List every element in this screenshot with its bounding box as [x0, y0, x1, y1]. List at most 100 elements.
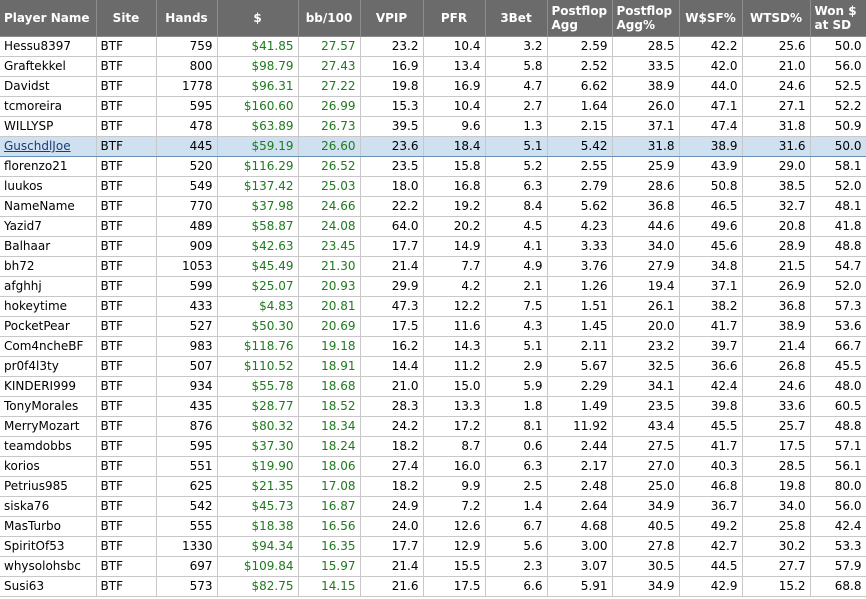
table-row[interactable]: bh72 BTF 1053 $45.49 21.30 21.4 7.7 4.9 3.76 27.9…	[0, 256, 866, 277]
cell-3bet: 4.3	[485, 316, 548, 337]
cell-pfr: 16.0	[423, 456, 486, 477]
table-row[interactable]: SpiritOf53 BTF 1330 $94.34 16.35 17.7 12.9 5.6 3…	[0, 536, 866, 557]
cell-site: BTF	[96, 236, 157, 257]
cell-postflop-agg: 3.07	[547, 556, 613, 577]
player-name-text: luukos	[4, 179, 43, 193]
cell-postflop-agg: 2.17	[547, 456, 613, 477]
table-row[interactable]: MerryMozart BTF 876 $80.32 18.34 24.2 17.2 8.1 1…	[0, 416, 866, 437]
table-row[interactable]: teamdobbs BTF 595 $37.30 18.24 18.2 8.7 0.6 2.44…	[0, 436, 866, 457]
cell-winnings: $118.76	[217, 336, 299, 357]
cell-postflop-agg-pct: 26.1	[612, 296, 680, 317]
column-header-vpip[interactable]: VPIP	[360, 0, 424, 37]
cell-won-at-sd: 52.2	[810, 96, 866, 117]
cell-site: BTF	[96, 56, 157, 77]
player-name-text: WILLYSP	[4, 119, 54, 133]
cell-postflop-agg: 2.29	[547, 376, 613, 397]
table-row[interactable]: Balhaar BTF 909 $42.63 23.45 17.7 14.9 4.1 3.33 3…	[0, 236, 866, 257]
table-row[interactable]: hokeytime BTF 433 $4.83 20.81 47.3 12.2 7.5 1.51…	[0, 296, 866, 317]
table-row[interactable]: luukos BTF 549 $137.42 25.03 18.0 16.8 6.3 2.79 2…	[0, 176, 866, 197]
column-header-hands[interactable]: Hands	[156, 0, 218, 37]
cell-vpip: 24.9	[360, 496, 424, 517]
cell-pfr: 12.2	[423, 296, 486, 317]
cell-wtsd-pct: 20.8	[742, 216, 811, 237]
column-header-wtsd-pct[interactable]: WTSD%	[742, 0, 811, 37]
cell-wtsd-pct: 32.7	[742, 196, 811, 217]
cell-pfr: 11.2	[423, 356, 486, 377]
column-header-bb-per-100[interactable]: bb/100	[298, 0, 361, 37]
cell-bb-per-100: 26.73	[298, 116, 361, 137]
cell-player-name: KINDERI999	[0, 376, 97, 397]
column-header-postflop-agg-pct[interactable]: Postflop Agg%	[612, 0, 680, 37]
cell-postflop-agg-pct: 43.4	[612, 416, 680, 437]
cell-wsf-pct: 47.1	[679, 96, 743, 117]
cell-3bet: 6.3	[485, 456, 548, 477]
table-row[interactable]: Yazid7 BTF 489 $58.87 24.08 64.0 20.2 4.5 4.23 44…	[0, 216, 866, 237]
cell-player-name: Yazid7	[0, 216, 97, 237]
player-name-text: SpiritOf53	[4, 539, 65, 553]
column-header-wsf-pct[interactable]: W$SF%	[679, 0, 743, 37]
cell-3bet: 2.3	[485, 556, 548, 577]
cell-wtsd-pct: 21.4	[742, 336, 811, 357]
cell-postflop-agg: 2.52	[547, 56, 613, 77]
cell-player-name: afghhj	[0, 276, 97, 297]
cell-vpip: 16.9	[360, 56, 424, 77]
cell-postflop-agg: 5.67	[547, 356, 613, 377]
cell-won-at-sd: 53.6	[810, 316, 866, 337]
cell-bb-per-100: 20.93	[298, 276, 361, 297]
cell-wtsd-pct: 31.6	[742, 136, 811, 157]
table-row[interactable]: Davidst BTF 1778 $96.31 27.22 19.8 16.9 4.7 6.62…	[0, 76, 866, 97]
column-header-site[interactable]: Site	[96, 0, 157, 37]
cell-postflop-agg-pct: 34.1	[612, 376, 680, 397]
cell-winnings: $160.60	[217, 96, 299, 117]
column-header-won-at-sd[interactable]: Won $ at SD	[810, 0, 866, 37]
cell-winnings: $42.63	[217, 236, 299, 257]
table-row[interactable]: Com4ncheBF BTF 983 $118.76 19.18 16.2 14.3 5.1 2…	[0, 336, 866, 357]
table-row[interactable]: KINDERI999 BTF 934 $55.78 18.68 21.0 15.0 5.9 2.…	[0, 376, 866, 397]
table-row[interactable]: tcmoreira BTF 595 $160.60 26.99 15.3 10.4 2.7 1.…	[0, 96, 866, 117]
cell-vpip: 29.9	[360, 276, 424, 297]
cell-bb-per-100: 17.08	[298, 476, 361, 497]
table-row[interactable]: Petrius985 BTF 625 $21.35 17.08 18.2 9.9 2.5 2.4…	[0, 476, 866, 497]
cell-won-at-sd: 48.8	[810, 236, 866, 257]
cell-site: BTF	[96, 336, 157, 357]
cell-bb-per-100: 21.30	[298, 256, 361, 277]
table-row[interactable]: WILLYSP BTF 478 $63.89 26.73 39.5 9.6 1.3 2.15 37…	[0, 116, 866, 137]
column-header-player-name[interactable]: Player Name	[0, 0, 97, 37]
player-name-text: pr0f4l3ty	[4, 359, 59, 373]
table-row[interactable]: GuschdlJoe BTF 445 $59.19 26.60 23.6 18.4 5.1 5.…	[0, 136, 866, 157]
table-row[interactable]: NameName BTF 770 $37.98 24.66 22.2 19.2 8.4 5.62…	[0, 196, 866, 217]
cell-site: BTF	[96, 276, 157, 297]
cell-hands: 697	[156, 556, 218, 577]
table-row[interactable]: PocketPear BTF 527 $50.30 20.69 17.5 11.6 4.3 1.…	[0, 316, 866, 337]
column-header-pfr[interactable]: PFR	[423, 0, 486, 37]
cell-winnings: $19.90	[217, 456, 299, 477]
table-row[interactable]: TonyMorales BTF 435 $28.77 18.52 28.3 13.3 1.8 1…	[0, 396, 866, 417]
cell-site: BTF	[96, 296, 157, 317]
player-name-text: afghhj	[4, 279, 42, 293]
table-row[interactable]: Hessu8397 BTF 759 $41.85 27.57 23.2 10.4 3.2 2.5…	[0, 36, 866, 57]
table-row[interactable]: MasTurbo BTF 555 $18.38 16.56 24.0 12.6 6.7 4.68…	[0, 516, 866, 537]
table-row[interactable]: Susi63 BTF 573 $82.75 14.15 21.6 17.5 6.6 5.91 34…	[0, 576, 866, 597]
player-name-text: florenzo21	[4, 159, 68, 173]
cell-winnings: $137.42	[217, 176, 299, 197]
cell-hands: 507	[156, 356, 218, 377]
table-row[interactable]: Graftekkel BTF 800 $98.79 27.43 16.9 13.4 5.8 2.…	[0, 56, 866, 77]
cell-vpip: 21.6	[360, 576, 424, 597]
table-row[interactable]: afghhj BTF 599 $25.07 20.93 29.9 4.2 2.1 1.26 19.…	[0, 276, 866, 297]
cell-player-name: SpiritOf53	[0, 536, 97, 557]
cell-postflop-agg-pct: 34.0	[612, 236, 680, 257]
table-row[interactable]: korios BTF 551 $19.90 18.06 27.4 16.0 6.3 2.17 27…	[0, 456, 866, 477]
table-row[interactable]: pr0f4l3ty BTF 507 $110.52 18.91 14.4 11.2 2.9 5.…	[0, 356, 866, 377]
cell-3bet: 2.1	[485, 276, 548, 297]
cell-postflop-agg-pct: 31.8	[612, 136, 680, 157]
table-row[interactable]: whysolohsbc BTF 697 $109.84 15.97 21.4 15.5 2.3…	[0, 556, 866, 577]
column-header-3bet[interactable]: 3Bet	[485, 0, 548, 37]
cell-vpip: 21.0	[360, 376, 424, 397]
table-row[interactable]: florenzo21 BTF 520 $116.29 26.52 23.5 15.8 5.2 2…	[0, 156, 866, 177]
column-header-winnings[interactable]: $	[217, 0, 299, 37]
player-name-text: whysolohsbc	[4, 559, 81, 573]
column-header-postflop-agg[interactable]: Postflop Agg	[547, 0, 613, 37]
table-row[interactable]: siska76 BTF 542 $45.73 16.87 24.9 7.2 1.4 2.64 34…	[0, 496, 866, 517]
cell-won-at-sd: 56.0	[810, 496, 866, 517]
cell-wtsd-pct: 27.1	[742, 96, 811, 117]
